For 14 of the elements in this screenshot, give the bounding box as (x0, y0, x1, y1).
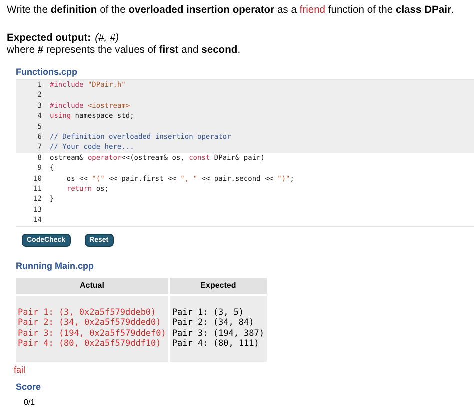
file-name: Functions.cpp (16, 66, 78, 78)
column-header: Actual (16, 278, 168, 294)
result-text: fail (14, 364, 27, 376)
actual-output: Pair 1: (3, 0x2a5f579ddeb0) Pair 2: (34, 0x2a5f579dded0) Pair 3: (194, 0x2a5f579ddef0) Pair 4: (80, 0x2a5f579ddf10) (16, 296, 168, 362)
column-header: Expected (170, 278, 267, 294)
expected-output-value: (#, #) (95, 33, 120, 45)
section-title: Score (16, 380, 42, 393)
section-title: Running Main.cpp (16, 260, 95, 272)
expected-output-label: Expected output: (7, 33, 92, 45)
code-editor[interactable] (16, 79, 474, 227)
expected-output: Pair 1: (3, 5) Pair 2: (34, 84) Pair 3: (194, 387) Pair 4: (80, 111) (170, 296, 267, 362)
instruction-text: Write the definition of the overloaded insertion operator as a friend function of the class DPair. (7, 5, 456, 17)
expected-output-note: where # represents the values of first and second. (7, 45, 242, 57)
score-value: 0/1 (24, 398, 36, 407)
